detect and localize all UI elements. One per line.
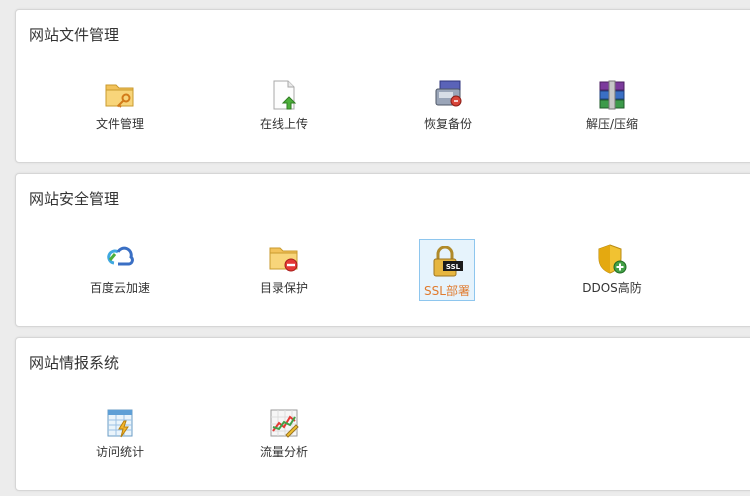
tool-label: 在线上传 bbox=[259, 117, 308, 131]
tool-label: 解压/压缩 bbox=[585, 117, 639, 131]
tool-baidu-cloud-accelerate[interactable]: 百度云加速 bbox=[90, 235, 150, 297]
folder-protect-icon bbox=[269, 247, 298, 272]
cloud-accelerate-icon bbox=[107, 246, 134, 266]
tool-label: SSL部署 bbox=[424, 284, 470, 298]
tool-restore-backup[interactable]: 恢复备份 bbox=[420, 71, 476, 133]
tool-label: 百度云加速 bbox=[89, 281, 150, 295]
section-security-management: 网站安全管理 百度云加速 目录保护 SSL SSL部署 DDOS高防 bbox=[15, 173, 750, 327]
tool-directory-protect[interactable]: 目录保护 bbox=[256, 235, 312, 297]
svg-text:SSL: SSL bbox=[446, 263, 461, 271]
section-title: 网站安全管理 bbox=[29, 190, 120, 208]
stats-sheet-icon bbox=[107, 409, 133, 438]
tool-extract-compress[interactable]: 解压/压缩 bbox=[584, 71, 640, 133]
tool-label: 目录保护 bbox=[259, 281, 308, 295]
tool-online-upload[interactable]: 在线上传 bbox=[256, 71, 312, 133]
section-file-management: 网站文件管理 文件管理 在线上传 恢复备份 解压/压缩 bbox=[15, 9, 750, 163]
section-title: 网站情报系统 bbox=[29, 354, 120, 372]
backup-restore-icon bbox=[435, 80, 462, 107]
tool-ddos-protection[interactable]: DDOS高防 bbox=[582, 235, 642, 297]
tool-label: 流量分析 bbox=[259, 445, 308, 459]
section-intelligence-system: 网站情报系统 访问统计 流量分析 bbox=[15, 337, 750, 491]
tool-file-manager[interactable]: 文件管理 bbox=[92, 71, 148, 133]
tool-visit-statistics[interactable]: 访问统计 bbox=[92, 399, 148, 461]
tool-label: 文件管理 bbox=[95, 117, 144, 131]
tool-ssl-deploy[interactable]: SSL SSL部署 bbox=[419, 239, 475, 301]
traffic-chart-icon bbox=[270, 409, 299, 438]
folder-key-icon bbox=[105, 84, 134, 108]
tool-label: 访问统计 bbox=[95, 445, 144, 459]
tool-traffic-analysis[interactable]: 流量分析 bbox=[256, 399, 312, 461]
archive-books-icon bbox=[599, 80, 625, 110]
ssl-lock-icon: SSL bbox=[433, 246, 463, 277]
tool-label: DDOS高防 bbox=[582, 281, 642, 295]
section-title: 网站文件管理 bbox=[29, 26, 120, 44]
shield-plus-icon bbox=[598, 244, 627, 274]
upload-file-icon bbox=[273, 80, 297, 110]
tool-label: 恢复备份 bbox=[423, 117, 472, 131]
